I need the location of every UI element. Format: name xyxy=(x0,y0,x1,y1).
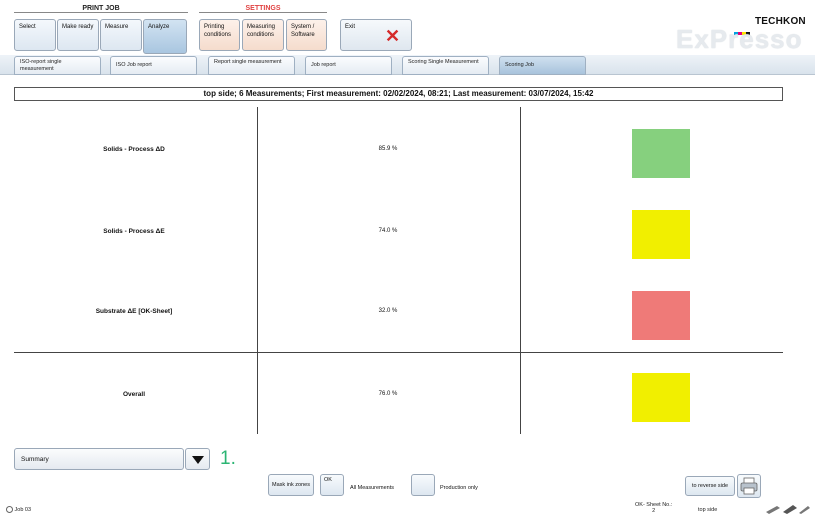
score-row-value: 32.0 % xyxy=(378,308,398,314)
score-row-label: Solids - Process ΔD xyxy=(103,146,165,153)
reverse-side-button[interactable]: to reverse side xyxy=(685,476,735,496)
job-name: Job 03 xyxy=(14,506,32,513)
row-divider xyxy=(14,352,783,353)
measuring-conditions-label: Measuring conditions xyxy=(247,24,276,39)
tab-label: Job report xyxy=(311,62,336,68)
ok-label: OK xyxy=(324,477,332,483)
column-divider xyxy=(257,107,258,434)
dropdown-arrow-button[interactable] xyxy=(185,448,210,470)
job-icon xyxy=(6,506,13,513)
all-measurements-label: All Measurements xyxy=(350,485,395,491)
column-divider xyxy=(520,107,521,434)
printing-conditions-button[interactable]: Printing conditions xyxy=(199,19,240,51)
mask-ink-zones-button[interactable]: Mask ink zones xyxy=(268,474,314,496)
report-tab-bar: ISO-report single measurement ISO Job re… xyxy=(0,55,815,75)
side-status: top side xyxy=(698,507,718,513)
score-status-swatch xyxy=(632,129,690,178)
make-ready-button[interactable]: Make ready xyxy=(57,19,99,51)
analyze-button-label: Analyze xyxy=(148,24,170,30)
score-row-label: Substrate ΔE [OK-Sheet] xyxy=(95,308,173,315)
measuring-conditions-button[interactable]: Measuring conditions xyxy=(242,19,284,51)
score-status-swatch xyxy=(632,210,690,259)
analyze-button[interactable]: Analyze xyxy=(143,19,187,54)
tab-label: Scoring Single Measurement xyxy=(408,59,479,65)
score-row-value: 74.0 % xyxy=(378,228,398,234)
tab-label: ISO-report single measurement xyxy=(20,59,62,73)
mask-ink-zones-label: Mask ink zones xyxy=(272,482,310,488)
step-marker: 1. xyxy=(220,448,236,469)
tab-scoring-single[interactable]: Scoring Single Measurement xyxy=(402,56,489,75)
device-icon xyxy=(766,505,810,514)
tab-label: Scoring Job xyxy=(505,62,535,68)
make-ready-button-label: Make ready xyxy=(62,24,94,30)
production-only-toggle[interactable] xyxy=(411,474,435,496)
ok-sheet-status: OK- Sheet No.: 2 xyxy=(635,502,672,514)
measurement-summary-header: top side; 6 Measurements; First measurem… xyxy=(14,87,783,101)
tab-job-report[interactable]: Job report xyxy=(305,56,392,75)
score-status-swatch xyxy=(632,291,690,340)
reverse-side-label: to reverse side xyxy=(691,483,729,489)
chevron-down-icon xyxy=(192,456,204,464)
overall-status-swatch xyxy=(632,373,690,422)
print-button[interactable] xyxy=(737,474,761,498)
measure-button[interactable]: Measure xyxy=(100,19,142,51)
overall-row-value: 76.0 % xyxy=(378,391,398,397)
tab-iso-report-single[interactable]: ISO-report single measurement xyxy=(14,56,101,75)
job-status: Job 03 xyxy=(6,506,31,513)
expresso-logo: ExPresso xyxy=(676,24,803,54)
tab-label: Report single measurement xyxy=(214,59,282,65)
tab-iso-job-report[interactable]: ISO Job report xyxy=(110,56,197,75)
measure-button-label: Measure xyxy=(105,24,129,30)
report-type-dropdown[interactable]: Summary xyxy=(14,448,184,470)
score-row-label: Solids - Process ΔE xyxy=(103,228,165,235)
printing-conditions-label: Printing conditions xyxy=(204,24,232,39)
all-measurements-ok-toggle[interactable]: OK xyxy=(320,474,344,496)
printer-icon xyxy=(740,477,758,495)
dropdown-value: Summary xyxy=(21,456,49,463)
settings-group-title: SETTINGS xyxy=(199,5,327,13)
exit-button[interactable]: Exit ✕ xyxy=(340,19,412,51)
tab-report-single[interactable]: Report single measurement xyxy=(208,56,295,75)
tab-label: ISO Job report xyxy=(116,62,152,68)
exit-button-label: Exit xyxy=(345,24,356,30)
ok-sheet-number: 2 xyxy=(652,508,656,514)
system-software-label: System / Software xyxy=(291,24,315,39)
select-button-label: Select xyxy=(19,24,36,30)
system-software-button[interactable]: System / Software xyxy=(286,19,327,51)
select-button[interactable]: Select xyxy=(14,19,56,51)
close-icon: ✕ xyxy=(385,26,401,46)
print-job-group-title: PRINT JOB xyxy=(14,5,188,13)
tab-scoring-job[interactable]: Scoring Job xyxy=(499,56,586,75)
score-row-value: 85.9 % xyxy=(378,146,398,152)
production-only-label: Production only xyxy=(440,485,478,491)
device-icons xyxy=(765,503,811,517)
overall-row-label: Overall xyxy=(122,391,146,398)
